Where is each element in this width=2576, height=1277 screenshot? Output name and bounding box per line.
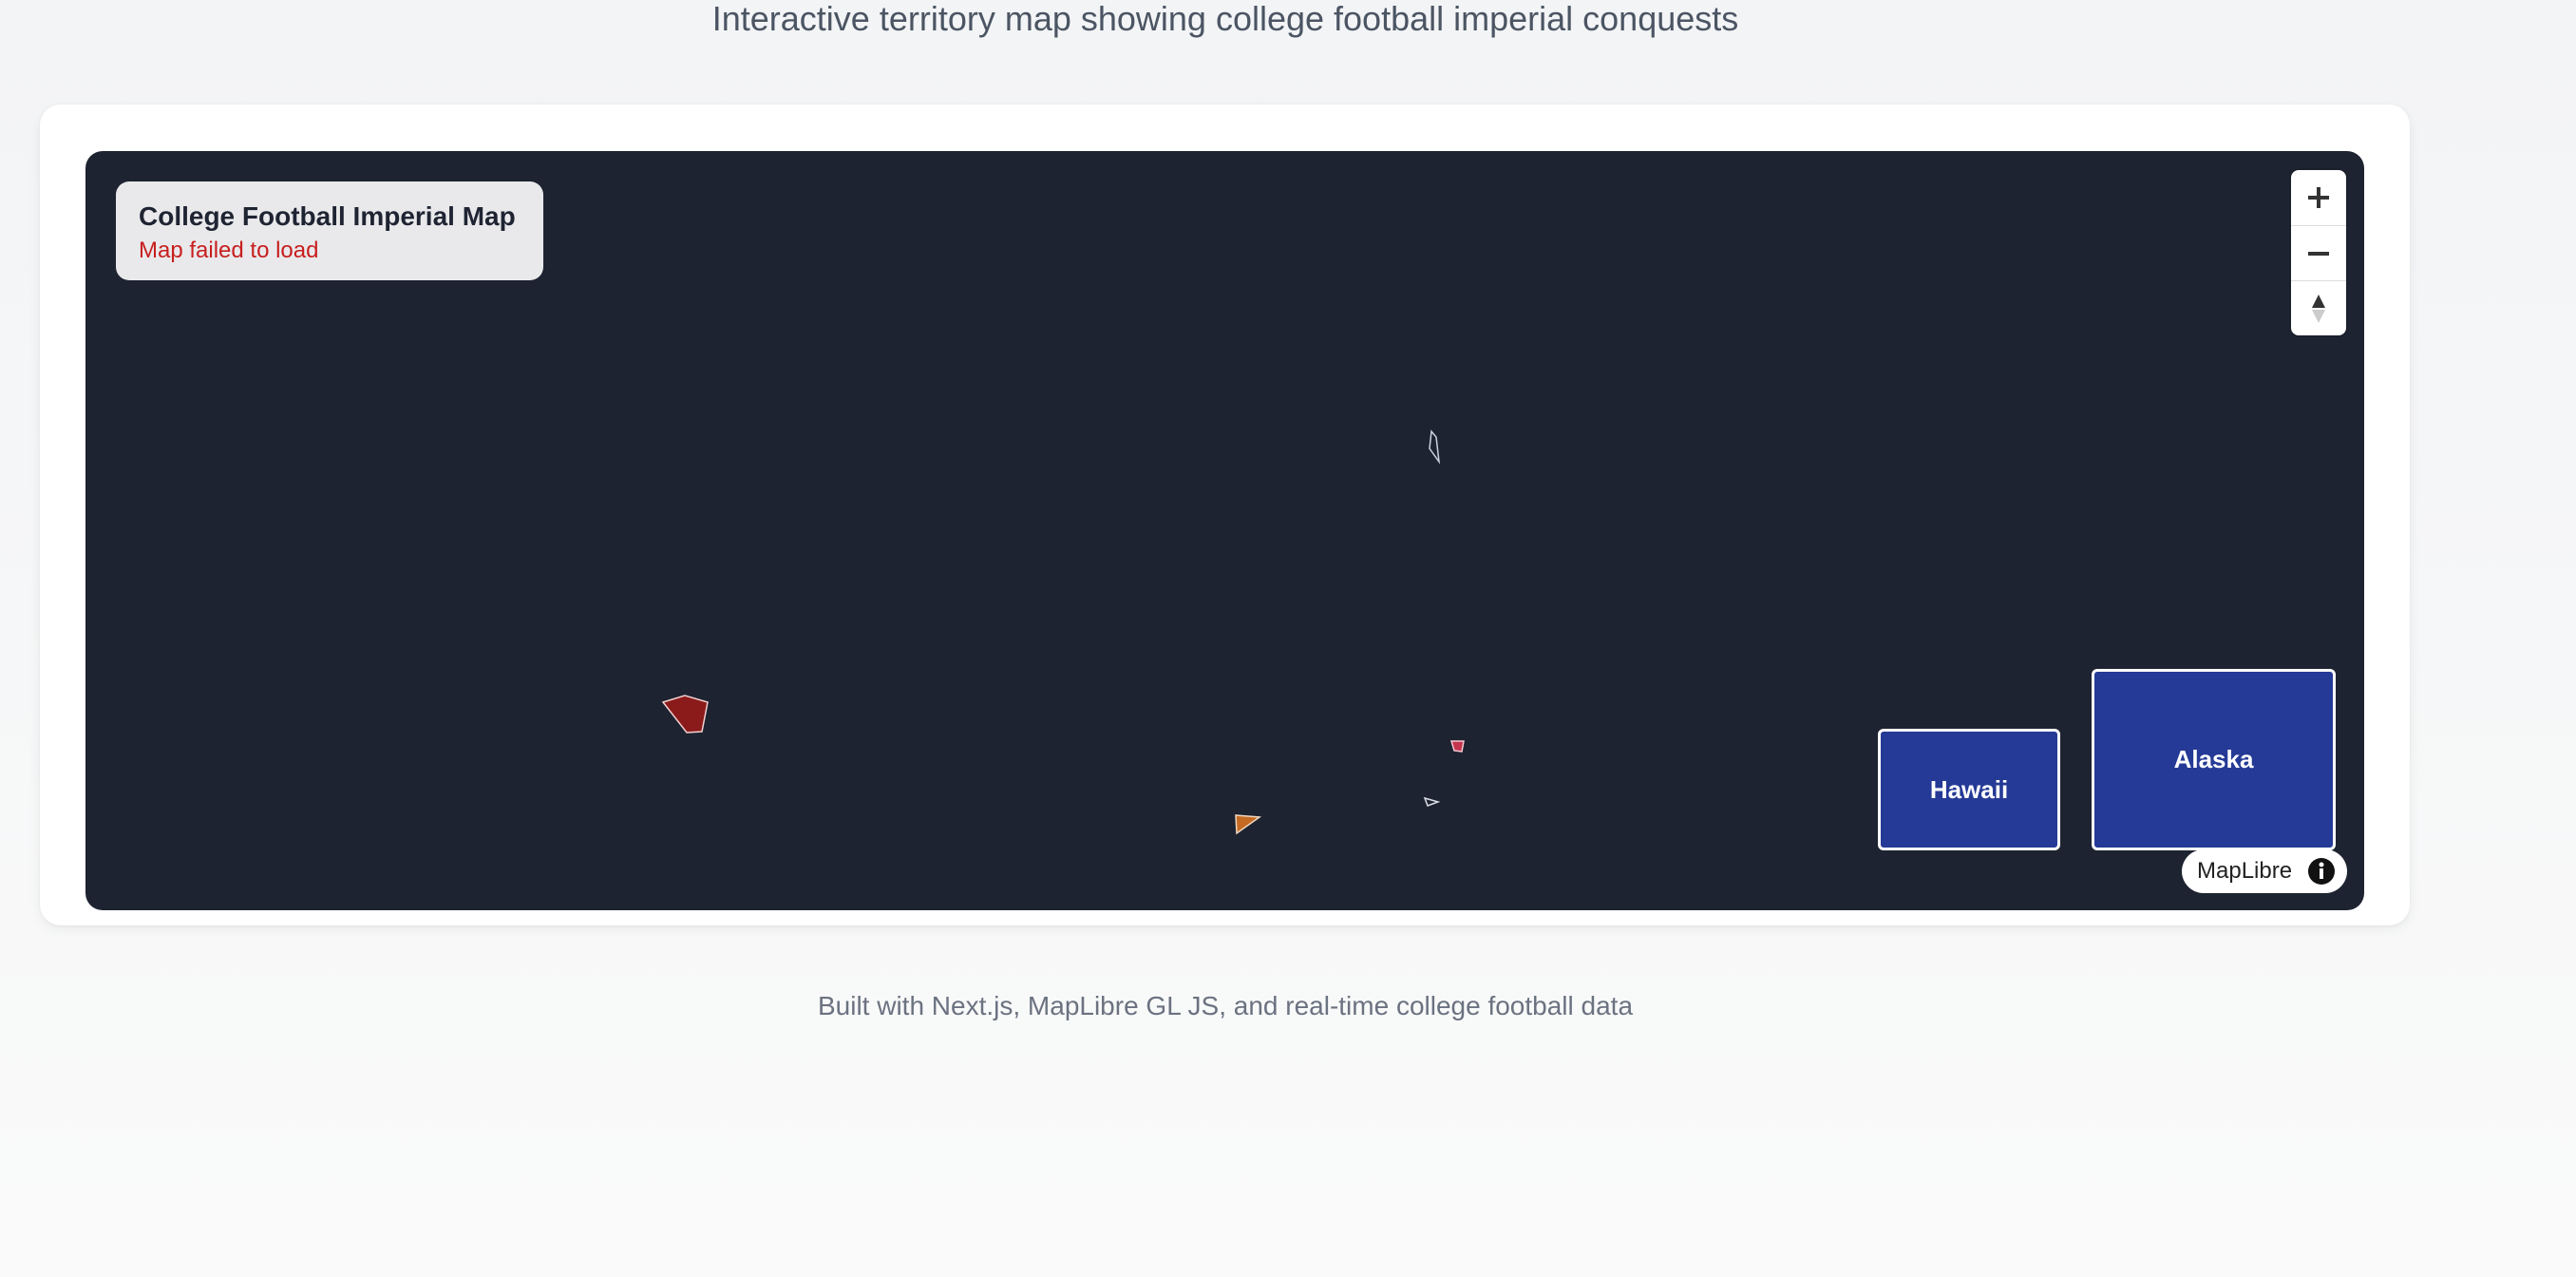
map-error-status: Map failed to load [139, 238, 319, 263]
map-attribution[interactable]: MapLibre [2182, 849, 2347, 893]
territory-pink[interactable] [1449, 740, 1465, 753]
page-subtitle: Interactive territory map showing colleg… [711, 0, 1739, 38]
territory-orange[interactable] [1235, 814, 1262, 835]
territory-red[interactable] [661, 695, 709, 734]
map-title: College Football Imperial Map [139, 201, 516, 231]
zoom-out-button[interactable] [2291, 225, 2346, 280]
territory-small-white[interactable] [1423, 796, 1441, 807]
zoom-in-button[interactable] [2291, 170, 2346, 225]
navigation-control [2291, 170, 2346, 335]
reset-bearing-button[interactable] [2291, 280, 2346, 335]
compass-icon [2312, 294, 2325, 323]
attribution-label: MapLibre [2197, 858, 2293, 884]
page-footer: Built with Next.js, MapLibre GL JS, and … [817, 991, 1634, 1020]
plus-icon [2308, 187, 2329, 208]
hawaii-inset[interactable]: Hawaii [1878, 729, 2060, 850]
alaska-label: Alaska [2173, 745, 2254, 773]
info-icon[interactable] [2307, 857, 2336, 886]
alaska-inset[interactable]: Alaska [2092, 669, 2336, 850]
territory-outline-north[interactable] [1429, 429, 1441, 465]
hawaii-label: Hawaii [1929, 774, 2009, 804]
minus-icon [2308, 251, 2329, 256]
territory-map[interactable]: College Football Imperial Map Map failed… [85, 151, 2364, 910]
map-info-box: College Football Imperial Map Map failed… [116, 181, 543, 280]
